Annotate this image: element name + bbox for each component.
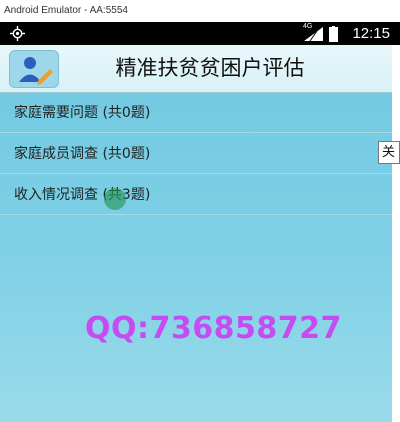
user-edit-icon — [19, 57, 53, 85]
watermark-text: QQ:736858727 — [85, 311, 342, 346]
status-time: 12:15 — [352, 25, 390, 42]
menu-item-income-survey[interactable]: 收入情况调查 (共3题) — [0, 175, 392, 215]
window-title: Android Emulator - AA:5554 — [4, 5, 128, 16]
app-screen: 精准扶贫贫困户评估 家庭需要问题 (共0题) 家庭成员调查 (共0题) 收入情况… — [0, 45, 392, 422]
page-title: 精准扶贫贫困户评估 — [115, 56, 305, 80]
side-strip — [392, 45, 400, 422]
menu-item-family-members[interactable]: 家庭成员调查 (共0题) — [0, 134, 392, 174]
signal-icon — [304, 27, 323, 42]
battery-icon — [329, 26, 338, 42]
touch-cursor — [104, 188, 126, 210]
window-title-bar: Android Emulator - AA:5554 — [0, 0, 400, 22]
status-bar: 4G 12:15 — [0, 22, 400, 45]
tooltip-text: 关 — [382, 145, 396, 160]
tooltip: 关 — [378, 141, 400, 164]
app-logo — [9, 50, 59, 88]
menu-item-family-needs[interactable]: 家庭需要问题 (共0题) — [0, 93, 392, 133]
app-header: 精准扶贫贫困户评估 — [0, 45, 392, 93]
gps-icon — [10, 26, 25, 41]
